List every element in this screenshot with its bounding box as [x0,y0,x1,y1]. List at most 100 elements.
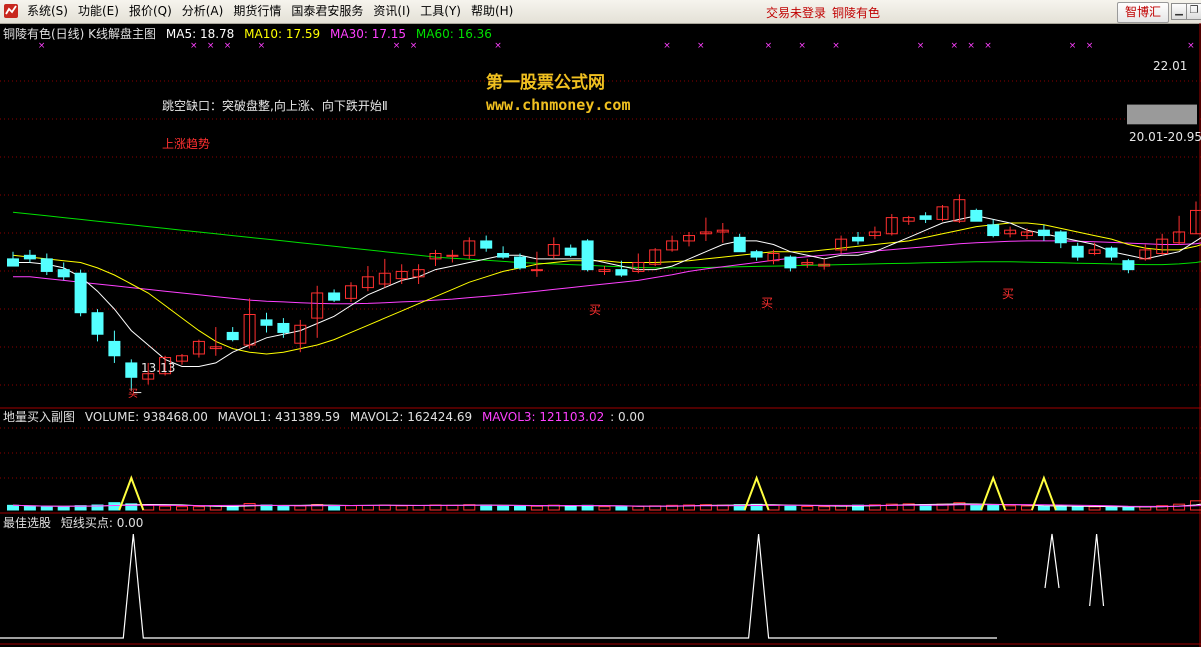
candle [1021,228,1033,240]
volume-bar [1105,506,1118,511]
candle [40,253,53,276]
volume-bar [1004,505,1017,511]
candle-body [733,236,746,253]
candle-body [784,256,797,269]
x-marker: × [207,41,215,51]
candle [818,258,831,270]
candle-body [497,253,510,258]
volume-bar [395,505,408,511]
candle-body [564,247,577,256]
candle [666,235,679,252]
site-name: 第一股票公式网 [486,73,605,93]
volume-bar [57,506,70,511]
candle [902,215,915,225]
x-marker: × [258,41,266,51]
candle [395,264,408,284]
signal-series [0,533,1115,639]
x-marker: × [697,41,705,51]
x-marker: × [832,41,840,51]
candle [446,249,459,263]
x-marker: × [38,41,46,51]
volume-bar [1021,505,1033,511]
ma30-value: MA30: 17.15 [330,27,407,41]
zhibohui-button[interactable]: 智博汇 [1117,2,1169,23]
candle-body [40,258,53,272]
menu-tools[interactable]: 工具(Y) [415,0,466,23]
x-marker: × [1187,41,1195,51]
candle-body [750,251,763,258]
chart-grid [0,23,1201,647]
menu-news[interactable]: 资讯(I) [368,0,415,23]
restore-icon[interactable]: ❐ [1186,3,1201,20]
ma10-value: MA10: 17.59 [244,27,321,41]
volume-bars[interactable] [7,432,1201,511]
buy-marker-low: 买 [128,389,138,400]
candle-body [328,292,341,301]
candle [243,298,256,349]
candle-body [108,340,121,357]
candle [1190,201,1201,235]
volume-bar [767,504,780,511]
mavol1-value: MAVOL1: 431389.59 [217,410,340,424]
ma60-value: MA60: 16.36 [415,27,492,41]
candle [412,264,425,284]
x-marker: × [984,41,992,51]
candle [1071,242,1084,261]
main-pane-title: 铜陵有色(日线) K线解盘主图 [3,27,157,41]
candlestick-series[interactable] [7,72,1201,391]
volume-bar [7,504,19,511]
candle [649,248,662,267]
candle [91,309,104,342]
candle [683,231,695,247]
volume-bar [598,506,611,511]
candle [209,327,222,356]
menu-help[interactable]: 帮助(H) [466,0,518,23]
chart-area[interactable]: × × × × × × × × × × × × × × × × × × × × [0,23,1201,647]
volume-bar [226,506,239,511]
candle-body [260,319,273,326]
high-price-label: 22.01 [1153,59,1188,73]
volume-bar [1088,506,1101,511]
menu-function[interactable]: 功能(E) [73,0,124,23]
candle [1004,226,1017,238]
volume-bar [192,506,205,511]
menu-quote[interactable]: 报价(Q) [124,0,177,23]
gap-zone [1127,104,1197,125]
candle [176,353,188,365]
login-status[interactable]: 交易未登录 [766,4,826,21]
menu-gtja-service[interactable]: 国泰君安服务 [286,0,368,23]
volume-bar [108,502,121,511]
ma5-value: MA5: 18.78 [165,27,235,41]
candle [361,266,374,292]
mavol1-line [12,503,1201,508]
candle [429,249,442,267]
gap-note: 跳空缺口：突破盘整,向上涨、向下跌开始Ⅱ [162,99,388,113]
menu-system[interactable]: 系统(S) [22,0,73,23]
app-logo-icon[interactable] [3,3,19,19]
x-marker: × [190,41,198,51]
candle [835,235,848,254]
candle [970,208,983,222]
candle [801,258,814,268]
volume-bar [412,505,425,511]
menu-futures[interactable]: 期货行情 [228,0,286,23]
x-marker: × [224,41,232,51]
volume-bar [159,505,172,511]
candle [1037,224,1050,241]
candle [547,237,560,259]
buy-marker-2: 买 [761,296,774,310]
candle [716,223,729,243]
volume-bar [514,506,526,511]
candle [919,212,932,223]
minimize-icon[interactable]: ▁ [1171,3,1187,20]
menu-analysis[interactable]: 分析(A) [177,0,229,23]
signal-pane-title-bar: 最佳选股 短线买点: 0.00 [3,514,149,531]
volume-bar [1071,506,1084,511]
volume-bar [801,506,814,511]
moving-average-lines [12,211,1201,367]
volume-pane-title: 地量买入副图 [3,410,76,424]
candle [345,282,357,302]
candle [74,269,87,317]
volume-pane-title-bar: 地量买入副图 VOLUME: 938468.00 MAVOL1: 431389.… [3,408,651,425]
x-marker: × [393,41,401,51]
